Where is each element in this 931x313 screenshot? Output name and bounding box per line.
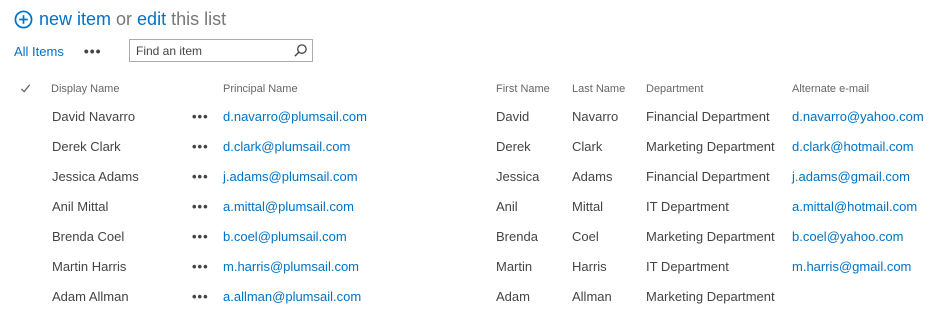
table-row[interactable]: Martin Harris ••• m.harris@plumsail.com … [0, 252, 931, 282]
table-row[interactable]: Adam Allman ••• a.allman@plumsail.com Ad… [0, 282, 931, 312]
principal-name-link[interactable]: a.allman@plumsail.com [223, 282, 361, 312]
last-name-cell: Clark [572, 139, 603, 154]
alternate-email-link[interactable]: a.mittal@hotmail.com [792, 192, 917, 222]
first-name-cell: Adam [496, 289, 530, 304]
first-name-cell: Anil [496, 199, 518, 214]
first-name-cell: David [496, 109, 530, 124]
table-row[interactable]: Jessica Adams ••• j.adams@plumsail.com J… [0, 162, 931, 192]
principal-name-link[interactable]: a.mittal@plumsail.com [223, 192, 354, 222]
last-name-cell: Navarro [572, 109, 619, 124]
last-name-cell: Adams [572, 169, 613, 184]
first-name-cell: Derek [496, 139, 531, 154]
all-items-view-link[interactable]: All Items [14, 44, 64, 59]
row-menu-button[interactable]: ••• [192, 192, 209, 222]
row-menu-button[interactable]: ••• [192, 282, 209, 312]
row-menu-button[interactable]: ••• [192, 222, 209, 252]
column-header-first-name[interactable]: First Name [496, 83, 550, 95]
table-row[interactable]: Brenda Coel ••• b.coel@plumsail.com Bren… [0, 222, 931, 252]
alternate-email-link[interactable]: b.coel@yahoo.com [792, 222, 903, 252]
principal-name-link[interactable]: m.harris@plumsail.com [223, 252, 359, 282]
column-header-last-name[interactable]: Last Name [572, 83, 625, 95]
display-name-cell: Adam Allman [52, 289, 129, 304]
list-header: new item or edit this list [14, 7, 226, 31]
last-name-cell: Mittal [572, 199, 604, 214]
department-cell: Financial Department [646, 109, 770, 124]
alternate-email-link[interactable]: m.harris@gmail.com [792, 252, 911, 282]
last-name-cell: Harris [572, 259, 607, 274]
search-input[interactable] [130, 40, 286, 61]
search-icon[interactable] [293, 43, 308, 58]
new-item-link[interactable]: new item [39, 9, 111, 30]
display-name-cell: Brenda Coel [52, 229, 125, 244]
column-header-department[interactable]: Department [646, 83, 703, 95]
alternate-email-link[interactable]: d.navarro@yahoo.com [792, 102, 924, 132]
principal-name-link[interactable]: d.navarro@plumsail.com [223, 102, 367, 132]
alternate-email-link[interactable]: d.clark@hotmail.com [792, 132, 914, 162]
view-more-button[interactable]: ••• [84, 44, 102, 58]
department-cell: IT Department [646, 199, 729, 214]
last-name-cell: Allman [572, 289, 612, 304]
display-name-cell: Jessica Adams [52, 169, 139, 184]
row-menu-button[interactable]: ••• [192, 252, 209, 282]
row-menu-button[interactable]: ••• [192, 132, 209, 162]
department-cell: Marketing Department [646, 229, 775, 244]
department-cell: Marketing Department [646, 139, 775, 154]
department-cell: Marketing Department [646, 289, 775, 304]
alternate-email-link[interactable]: j.adams@gmail.com [792, 162, 910, 192]
table-row[interactable]: Derek Clark ••• d.clark@plumsail.com Der… [0, 132, 931, 162]
row-menu-button[interactable]: ••• [192, 162, 209, 192]
edit-link[interactable]: edit [137, 9, 166, 30]
department-cell: Financial Department [646, 169, 770, 184]
principal-name-link[interactable]: j.adams@plumsail.com [223, 162, 358, 192]
column-header-display-name[interactable]: Display Name [51, 83, 119, 95]
add-circle-icon[interactable] [14, 10, 33, 29]
table-row[interactable]: Anil Mittal ••• a.mittal@plumsail.com An… [0, 192, 931, 222]
table-row[interactable]: David Navarro ••• d.navarro@plumsail.com… [0, 102, 931, 132]
first-name-cell: Martin [496, 259, 533, 274]
display-name-cell: Derek Clark [52, 139, 121, 154]
principal-name-link[interactable]: b.coel@plumsail.com [223, 222, 347, 252]
last-name-cell: Coel [572, 229, 599, 244]
display-name-cell: Anil Mittal [52, 199, 109, 214]
first-name-cell: Brenda [496, 229, 538, 244]
search-box [129, 39, 313, 62]
display-name-cell: Martin Harris [52, 259, 127, 274]
column-header-alternate-email[interactable]: Alternate e-mail [792, 83, 869, 95]
first-name-cell: Jessica [496, 169, 540, 184]
display-name-cell: David Navarro [52, 109, 136, 124]
department-cell: IT Department [646, 259, 729, 274]
or-text: or [116, 8, 133, 29]
principal-name-link[interactable]: d.clark@plumsail.com [223, 132, 350, 162]
select-all-check-icon[interactable] [20, 83, 31, 94]
this-list-text: this list [171, 8, 227, 29]
row-menu-button[interactable]: ••• [192, 102, 209, 132]
column-header-principal-name[interactable]: Principal Name [223, 83, 298, 95]
view-toolbar: All Items ••• [14, 39, 102, 63]
